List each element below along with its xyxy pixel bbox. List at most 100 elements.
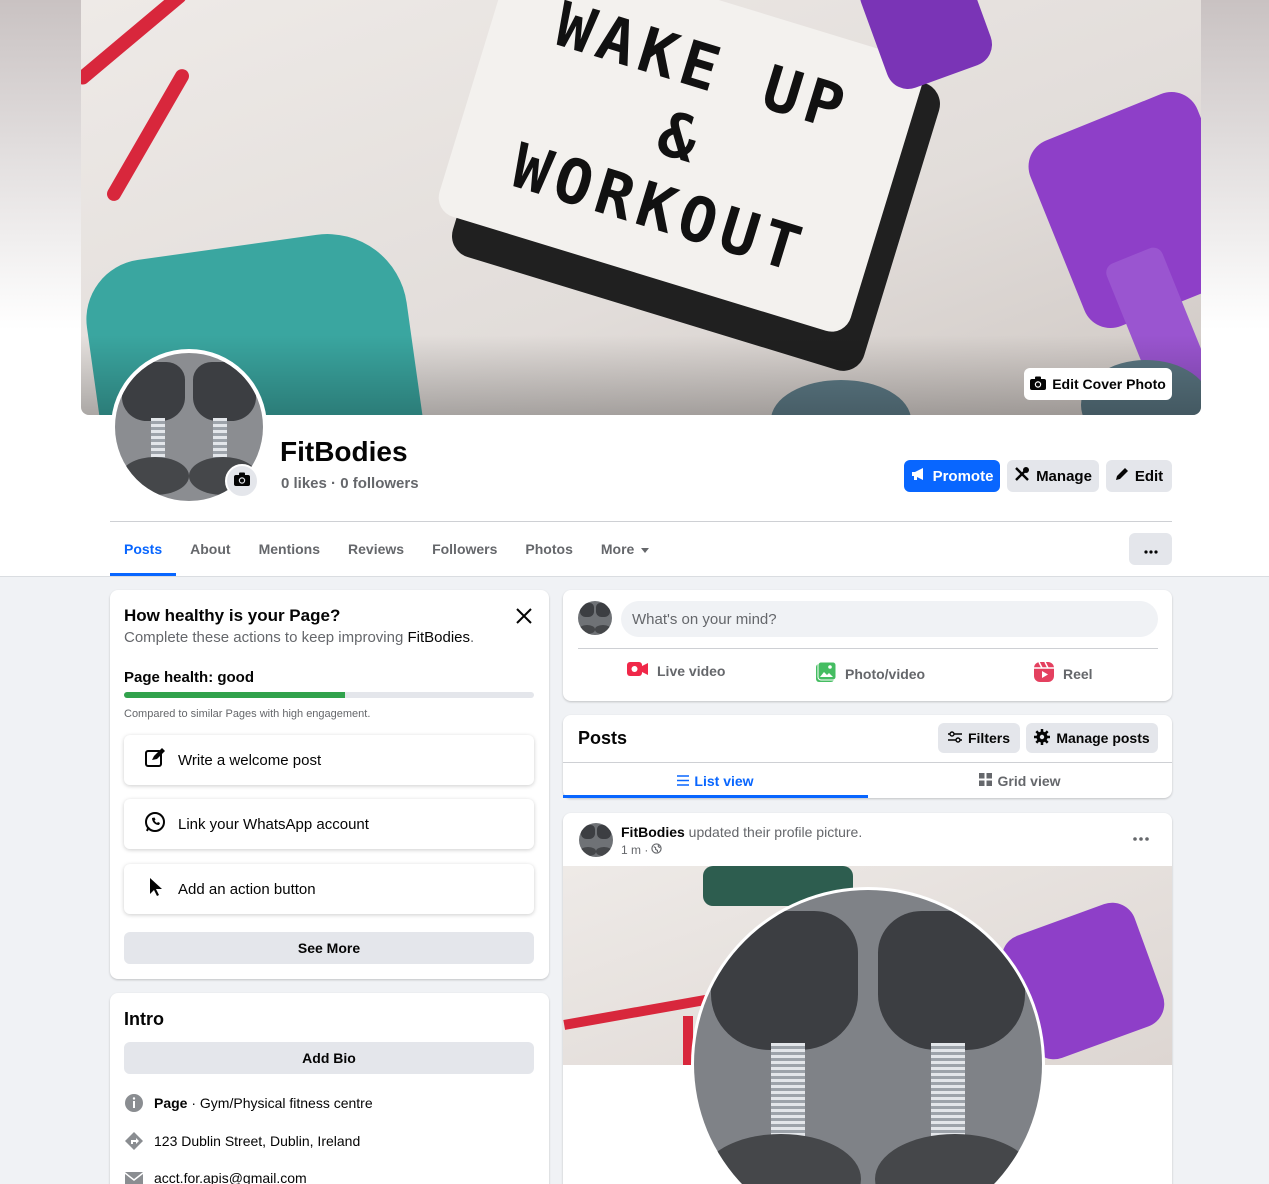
reel-label: Reel xyxy=(1063,665,1093,682)
action-label: Link your WhatsApp account xyxy=(178,815,369,833)
tab-followers[interactable]: Followers xyxy=(418,522,511,576)
photo-video-button[interactable]: Photo/video xyxy=(815,661,925,686)
tab-label: Mentions xyxy=(258,541,321,557)
page-tabs: Posts About Mentions Reviews Followers P… xyxy=(110,522,664,576)
post-profile-picture-image xyxy=(694,890,1042,1184)
tab-label: More xyxy=(600,541,635,557)
composer-divider xyxy=(578,648,1158,649)
intro-category-text: Page · Gym/Physical fitness centre xyxy=(154,1095,373,1111)
posts-title: Posts xyxy=(578,728,628,748)
compose-icon xyxy=(144,747,166,773)
cover-red-band xyxy=(81,0,190,88)
live-video-icon xyxy=(627,661,649,680)
add-bio-button[interactable]: Add Bio xyxy=(124,1042,534,1074)
close-icon[interactable] xyxy=(512,604,536,628)
manage-label: Manage xyxy=(1036,467,1092,485)
post-composer: What's on your mind? Live video Photo/vi… xyxy=(563,590,1172,701)
post-author-name[interactable]: FitBodies xyxy=(621,824,685,840)
envelope-icon xyxy=(124,1168,144,1184)
live-video-button[interactable]: Live video xyxy=(627,661,725,680)
see-more-button[interactable]: See More xyxy=(124,932,534,964)
intro-category-type: Page xyxy=(154,1095,188,1111)
reel-icon xyxy=(1033,661,1055,686)
page-health-card: How healthy is your Page? Complete these… xyxy=(110,590,549,979)
tab-grid-view[interactable]: Grid view xyxy=(868,763,1172,798)
post-header-text: FitBodies updated their profile picture. xyxy=(621,824,862,840)
post-options-button[interactable] xyxy=(1129,830,1153,848)
tools-icon xyxy=(1014,466,1030,486)
post-timestamp[interactable]: 1 m · xyxy=(621,843,663,857)
tab-label: Followers xyxy=(432,541,498,557)
tab-reviews[interactable]: Reviews xyxy=(334,522,418,576)
link-whatsapp-button[interactable]: Link your WhatsApp account xyxy=(124,799,534,849)
promote-button[interactable]: Promote xyxy=(904,460,1000,492)
post-author-avatar[interactable] xyxy=(579,823,613,857)
plate-shape xyxy=(874,1133,1036,1184)
composer-avatar[interactable] xyxy=(578,601,612,635)
posts-header-card: Posts Filters Manage posts List view Gri… xyxy=(563,715,1172,798)
tab-mentions[interactable]: Mentions xyxy=(245,522,334,576)
post-time: 1 m · xyxy=(621,843,649,857)
glove-shape xyxy=(597,825,612,839)
tab-posts[interactable]: Posts xyxy=(110,522,177,576)
page-health-bar xyxy=(124,692,534,698)
subtitle-suffix: . xyxy=(470,629,475,646)
more-options-button[interactable] xyxy=(1129,533,1172,565)
intro-address-text: 123 Dublin Street, Dublin, Ireland xyxy=(154,1133,361,1149)
glove-shape xyxy=(878,910,1025,1051)
page-stats[interactable]: 0 likes · 0 followers xyxy=(281,475,419,492)
update-profile-picture-button[interactable] xyxy=(225,464,259,498)
tab-label: Photos xyxy=(525,541,573,557)
glove-shape xyxy=(711,910,858,1051)
page-health-bar-fill xyxy=(124,692,346,698)
edit-button[interactable]: Edit xyxy=(1106,460,1172,492)
glove-shape xyxy=(580,825,595,839)
glove-shape xyxy=(596,603,611,617)
ellipsis-icon xyxy=(1129,835,1153,852)
tab-more[interactable]: More xyxy=(587,522,664,576)
intro-email[interactable]: acct.for.apis@gmail.com xyxy=(124,1168,307,1184)
write-welcome-post-button[interactable]: Write a welcome post xyxy=(124,735,534,785)
tab-label: Posts xyxy=(124,541,163,557)
tab-label: About xyxy=(190,541,231,557)
sliders-icon xyxy=(947,730,962,746)
page-health-title: How healthy is your Page? xyxy=(124,606,341,625)
manage-button[interactable]: Manage xyxy=(1007,460,1099,492)
live-video-label: Live video xyxy=(657,662,726,679)
pencil-icon xyxy=(1115,467,1129,485)
reel-button[interactable]: Reel xyxy=(1033,661,1093,686)
intro-email-text: acct.for.apis@gmail.com xyxy=(154,1170,307,1184)
intro-category-name: · Gym/Physical fitness centre xyxy=(187,1095,373,1111)
subtitle-text: Complete these actions to keep improving xyxy=(124,629,408,646)
info-icon xyxy=(124,1093,144,1113)
intro-card: Intro Add Bio Page · Gym/Physical fitnes… xyxy=(110,993,549,1184)
photo-icon xyxy=(815,661,837,686)
edit-cover-photo-button[interactable]: Edit Cover Photo xyxy=(1024,368,1172,400)
plate-shape xyxy=(595,624,611,634)
add-action-button[interactable]: Add an action button xyxy=(124,864,534,914)
tab-photos[interactable]: Photos xyxy=(511,522,586,576)
edit-cover-photo-label: Edit Cover Photo xyxy=(1052,376,1166,392)
feed-post: FitBodies updated their profile picture.… xyxy=(563,813,1172,1184)
cursor-icon xyxy=(144,876,166,902)
tab-about[interactable]: About xyxy=(176,522,244,576)
glove-shape xyxy=(122,361,185,422)
post-profile-picture[interactable] xyxy=(691,887,1045,1184)
photo-video-label: Photo/video xyxy=(845,665,926,682)
plate-shape xyxy=(596,846,612,856)
camera-icon xyxy=(1030,376,1047,393)
whats-on-your-mind-input[interactable]: What's on your mind? xyxy=(621,601,1158,637)
manage-posts-button[interactable]: Manage posts xyxy=(1026,723,1158,753)
promote-label: Promote xyxy=(932,467,994,485)
list-view-label: List view xyxy=(694,772,754,789)
intro-address[interactable]: 123 Dublin Street, Dublin, Ireland xyxy=(124,1131,360,1151)
tab-label: Reviews xyxy=(348,541,405,557)
manage-posts-label: Manage posts xyxy=(1056,730,1150,746)
page-health-status: Page health: good xyxy=(124,669,255,686)
tab-list-view[interactable]: List view xyxy=(563,763,868,798)
cover-photo[interactable]: WAKE UP & WORKOUT xyxy=(81,0,1201,415)
filters-button[interactable]: Filters xyxy=(938,723,1020,753)
subtitle-page-name: FitBodies xyxy=(407,629,471,646)
intro-category: Page · Gym/Physical fitness centre xyxy=(124,1093,373,1113)
page-health-subtitle: Complete these actions to keep improving… xyxy=(124,629,474,646)
